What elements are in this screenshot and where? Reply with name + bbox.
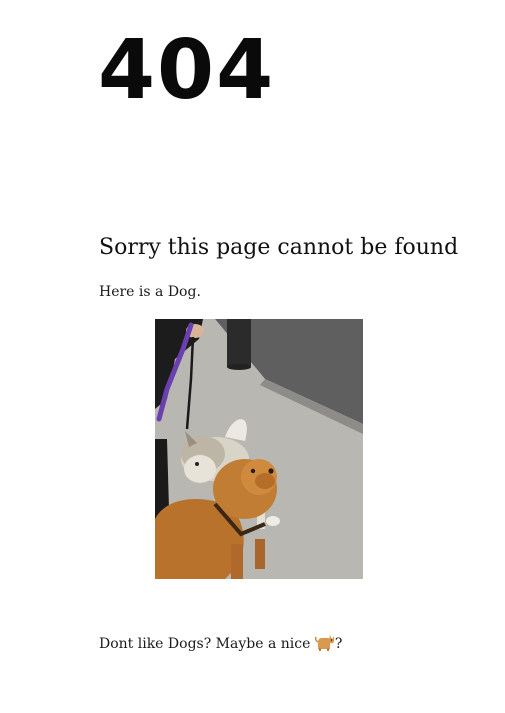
alternative-prompt-text: Dont like Dogs? Maybe a nice xyxy=(99,636,315,652)
cat-emoji-icon xyxy=(314,635,334,651)
dog-photo-illustration xyxy=(155,319,363,579)
cat-link[interactable] xyxy=(314,633,335,653)
error-code: 404 xyxy=(98,23,276,118)
page-title: Sorry this page cannot be found xyxy=(99,235,459,260)
intro-text: Here is a Dog. xyxy=(99,284,201,300)
alternative-suggestion: Dont like Dogs? Maybe a nice ? xyxy=(99,633,342,653)
alternative-suffix-text: ? xyxy=(334,636,343,652)
dog-photo xyxy=(155,319,363,579)
